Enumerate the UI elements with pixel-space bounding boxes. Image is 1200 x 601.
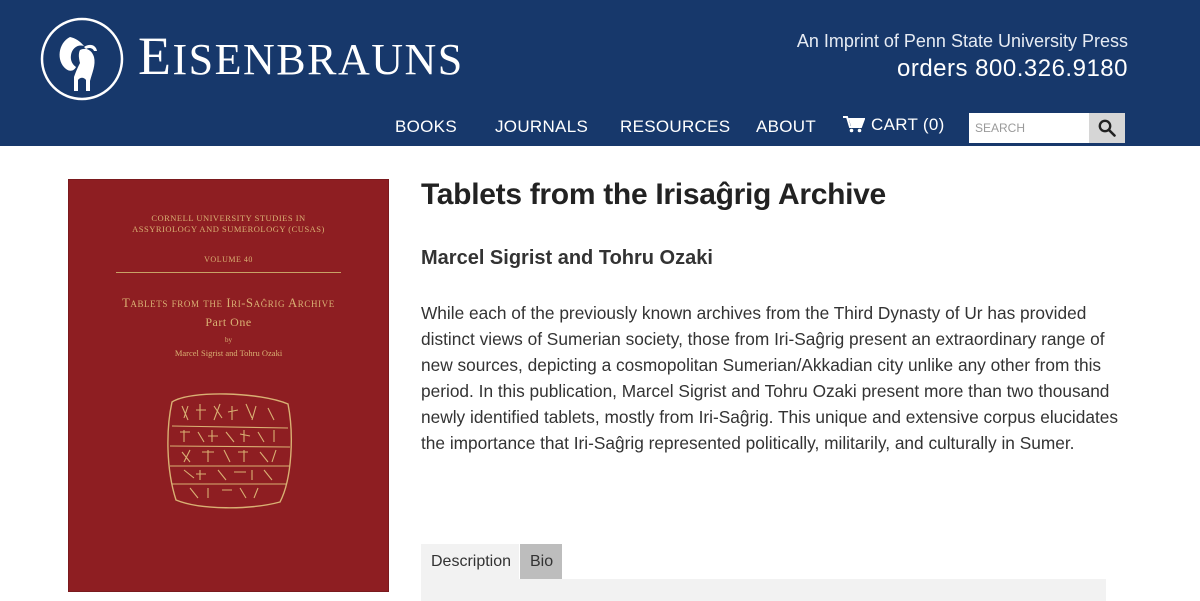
book-cover[interactable]: Cornell University Studies in Assyriolog… xyxy=(68,179,389,592)
cart-label: CART (0) xyxy=(871,115,945,134)
search-input[interactable] xyxy=(969,113,1089,143)
book-authors: Marcel Sigrist and Tohru Ozaki xyxy=(421,247,713,269)
tab-bio[interactable]: Bio xyxy=(520,544,562,579)
cover-title: Tablets from the Iri-Saĝrig Archive xyxy=(122,296,335,310)
search-box xyxy=(969,113,1125,143)
ibex-logo-icon[interactable] xyxy=(40,17,124,101)
book-title: Tablets from the Irisaĝrig Archive xyxy=(421,178,886,211)
cover-by: by xyxy=(225,336,232,344)
main-nav: BOOKS JOURNALS RESOURCES ABOUT CART (0) xyxy=(0,113,1200,143)
cover-authors: Marcel Sigrist and Tohru Ozaki xyxy=(174,348,283,358)
tab-panel xyxy=(421,579,1106,601)
orders-phone: orders 800.326.9180 xyxy=(896,55,1128,82)
cover-series: Cornell University Studies in Assyriolog… xyxy=(132,213,325,234)
tab-description[interactable]: Description xyxy=(421,544,519,579)
book-description: While each of the previously known archi… xyxy=(421,303,1119,453)
magnifier-icon xyxy=(1098,119,1116,137)
nav-books[interactable]: BOOKS xyxy=(395,117,457,137)
nav-cart[interactable]: CART (0) xyxy=(843,115,945,135)
brand-wordmark[interactable]: EISENBRAUNS xyxy=(138,28,464,88)
nav-resources[interactable]: RESOURCES xyxy=(620,117,730,137)
cover-rule xyxy=(116,272,341,273)
cover-part: Part One xyxy=(205,315,252,329)
cuneiform-tablet-drawing xyxy=(167,393,292,509)
brand-rest: ISENBRAUNS xyxy=(172,35,464,84)
cover-volume: Volume 40 xyxy=(204,255,253,264)
nav-journals[interactable]: JOURNALS xyxy=(495,117,588,137)
cart-icon xyxy=(843,116,865,133)
site-header: EISENBRAUNS An Imprint of Penn State Uni… xyxy=(0,0,1200,146)
search-button[interactable] xyxy=(1089,113,1125,143)
imprint-text: An Imprint of Penn State University Pres… xyxy=(796,31,1128,51)
nav-about[interactable]: ABOUT xyxy=(756,117,816,137)
brand-initial: E xyxy=(138,26,173,86)
